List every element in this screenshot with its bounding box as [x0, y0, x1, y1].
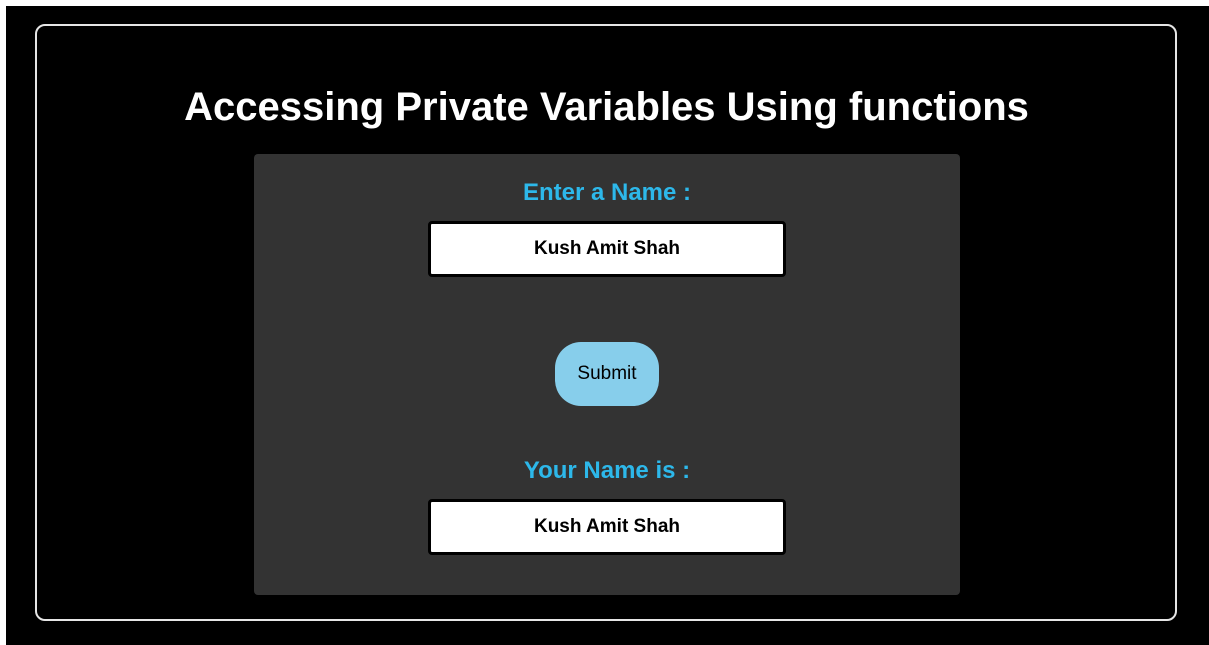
result-label: Your Name is : [523, 457, 691, 484]
page-title: Accessing Private Variables Using functi… [184, 85, 1029, 129]
name-input[interactable] [428, 221, 786, 277]
name-form-panel: Enter a Name : Submit Your Name is : [254, 154, 960, 595]
page-background: Accessing Private Variables Using functi… [6, 6, 1209, 645]
result-output [428, 499, 786, 555]
enter-name-label: Enter a Name : [522, 179, 692, 206]
submit-button[interactable]: Submit [555, 342, 659, 406]
